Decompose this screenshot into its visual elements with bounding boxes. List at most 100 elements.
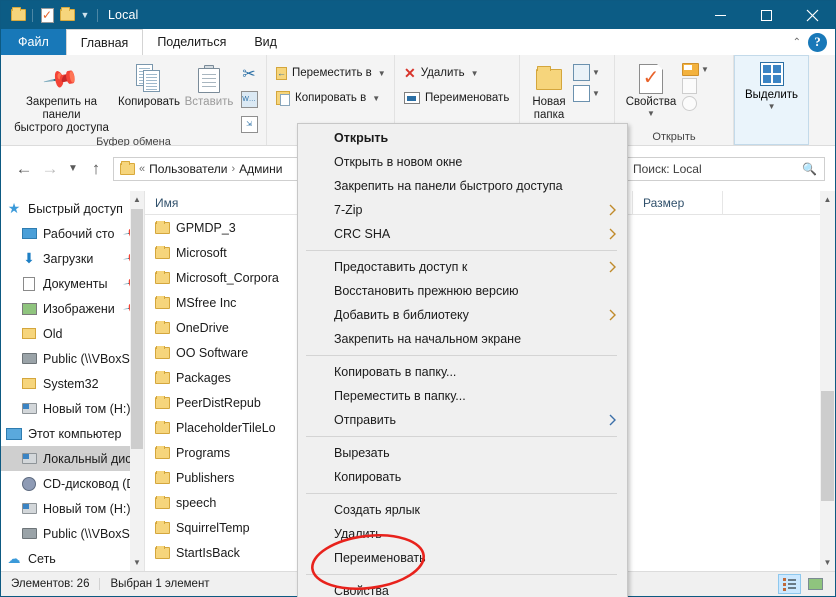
maximize-button[interactable] [743,1,789,29]
clipboard-icon [198,62,220,96]
file-list-scrollbar[interactable]: ▲ ▼ [820,191,835,571]
new-item-buttons: ▼ ▼ [573,59,600,102]
sidebar-item-old[interactable]: Old [1,321,144,346]
sidebar-item-public-share[interactable]: Public (\\VBoxSv [1,346,144,371]
sidebar-item-cd-drive[interactable]: CD-дисковод (D [1,471,144,496]
minimize-button[interactable] [697,1,743,29]
copy-button[interactable]: Копировать [117,59,181,109]
menu-item-7zip[interactable]: 7-Zip [298,198,627,222]
column-header-size[interactable]: Размер [632,191,722,215]
menu-item-crc-sha[interactable]: CRC SHA [298,222,627,246]
tab-view[interactable]: Вид [240,29,291,55]
back-button[interactable]: ← [11,154,37,184]
delete-button[interactable]: ✕ Удалить ▼ [401,62,513,84]
navigation-scrollbar[interactable]: ▲ ▼ [130,191,144,571]
folder-icon [155,520,170,534]
sidebar-item-documents[interactable]: Документы 📌 [1,271,144,296]
sidebar-item-pictures[interactable]: Изображени 📌 [1,296,144,321]
menu-item-delete[interactable]: Удалить [298,522,627,546]
recent-locations-button[interactable]: ▼ [63,154,83,184]
divider [32,8,33,22]
clipboard-small-buttons: ✂ W… ⇲ [237,59,261,135]
forward-button[interactable]: → [37,154,63,184]
breadcrumb-overflow-icon[interactable]: « [139,163,145,175]
chevron-down-icon: ▼ [647,109,655,119]
sidebar-item-system32[interactable]: System32 [1,371,144,396]
rename-button[interactable]: Переименовать [401,87,513,109]
menu-item-open-new-window[interactable]: Открыть в новом окне [298,150,627,174]
copy-to-button[interactable]: Копировать в ▼ [273,87,388,109]
sidebar-item-downloads[interactable]: ⬇ Загрузки 📌 [1,246,144,271]
menu-item-give-access-to[interactable]: Предоставить доступ к [298,255,627,279]
menu-item-restore-previous-versions[interactable]: Восстановить прежнюю версию [298,279,627,303]
scroll-up-icon[interactable]: ▲ [130,191,144,208]
sidebar-item-new-volume-h[interactable]: Новый том (H:) [1,396,144,421]
easy-access-button[interactable]: ▼ [573,85,600,102]
menu-item-open[interactable]: Открыть [298,126,627,150]
copy-path-icon[interactable]: W… [237,88,261,110]
large-icons-view-button[interactable] [804,574,827,594]
menu-item-copy-to-folder[interactable]: Копировать в папку... [298,360,627,384]
move-to-button[interactable]: ← Переместить в ▼ [273,62,388,84]
sidebar-item-public-share-2[interactable]: Public (\\VBoxSv [1,521,144,546]
sidebar-item-this-pc[interactable]: Этот компьютер [1,421,144,446]
move-to-label: Переместить в [292,67,372,79]
breadcrumb-item-admin[interactable]: Админи [239,162,282,176]
menu-item-move-to-folder[interactable]: Переместить в папку... [298,384,627,408]
details-view-button[interactable] [778,574,801,594]
properties-button[interactable]: ✓ Свойства ▼ [620,59,682,118]
breadcrumb-item-users[interactable]: Пользователи [149,162,227,176]
cut-icon[interactable]: ✂ [237,63,261,85]
menu-item-add-to-library[interactable]: Добавить в библиотеку [298,303,627,327]
search-icon[interactable]: 🔍 [802,162,817,176]
open-with-button[interactable]: ▼ [682,63,709,76]
menu-item-rename[interactable]: Переименовать [298,546,627,570]
edit-icon[interactable] [682,78,697,94]
context-menu: Открыть Открыть в новом окне Закрепить н… [297,123,628,597]
open-folder-icon [682,63,699,76]
menu-item-properties[interactable]: Свойства [298,579,627,597]
history-icon[interactable] [682,96,697,111]
help-icon[interactable]: ? [808,32,827,52]
scroll-down-icon[interactable]: ▼ [820,554,835,571]
paste-button[interactable]: Вставить [181,59,237,109]
menu-item-cut[interactable]: Вырезать [298,441,627,465]
menu-separator [306,574,617,575]
select-button[interactable]: Выделить ▼ [734,55,810,145]
chevron-right-icon[interactable]: › [231,163,235,175]
tab-file[interactable]: Файл [1,29,66,55]
window-controls [697,1,835,29]
sidebar-item-quick-access[interactable]: ★ Быстрый доступ [1,196,144,221]
tab-home[interactable]: Главная [65,29,144,55]
select-label: Выделить [745,89,799,101]
scrollbar-thumb[interactable] [131,209,143,449]
sidebar-item-new-volume-h-2[interactable]: Новый том (H:) [1,496,144,521]
ribbon-tabs: Файл Главная Поделиться Вид [1,29,835,55]
sidebar-item-network[interactable]: ☁ Сеть [1,546,144,571]
close-button[interactable] [789,1,835,29]
menu-item-create-shortcut[interactable]: Создать ярлык [298,498,627,522]
tab-share[interactable]: Поделиться [143,29,240,55]
paste-shortcut-icon[interactable]: ⇲ [237,113,261,135]
chevron-down-icon[interactable]: ▼ [77,10,93,20]
scrollbar-thumb[interactable] [821,391,834,501]
column-header-extra[interactable] [722,191,792,215]
up-button[interactable]: ↑ [83,154,109,184]
properties-icon[interactable]: ✓ [37,4,57,26]
menu-item-send-to[interactable]: Отправить [298,408,627,432]
menu-item-pin-to-start[interactable]: Закрепить на начальном экране [298,327,627,351]
search-input[interactable]: Поиск: Local 🔍 [625,156,825,181]
explorer-window: ✓ ▼ Local Файл Главная Поделиться Вид ⌃ … [0,0,836,597]
sidebar-item-desktop[interactable]: Рабочий сто 📌 [1,221,144,246]
sidebar-item-local-disk[interactable]: Локальный дис [1,446,144,471]
pin-to-quick-access-button[interactable]: 📌 Закрепить на панели быстрого доступа [6,59,117,136]
scroll-down-icon[interactable]: ▼ [130,554,144,571]
folder-icon[interactable] [8,4,28,26]
menu-item-copy[interactable]: Копировать [298,465,627,489]
new-folder-button[interactable]: Новая папка [525,59,573,122]
scroll-up-icon[interactable]: ▲ [820,191,835,208]
folder-icon[interactable] [57,4,77,26]
menu-item-pin-quick-access[interactable]: Закрепить на панели быстрого доступа [298,174,627,198]
chevron-up-icon[interactable]: ⌃ [793,37,801,48]
new-item-button[interactable]: ▼ [573,64,600,81]
